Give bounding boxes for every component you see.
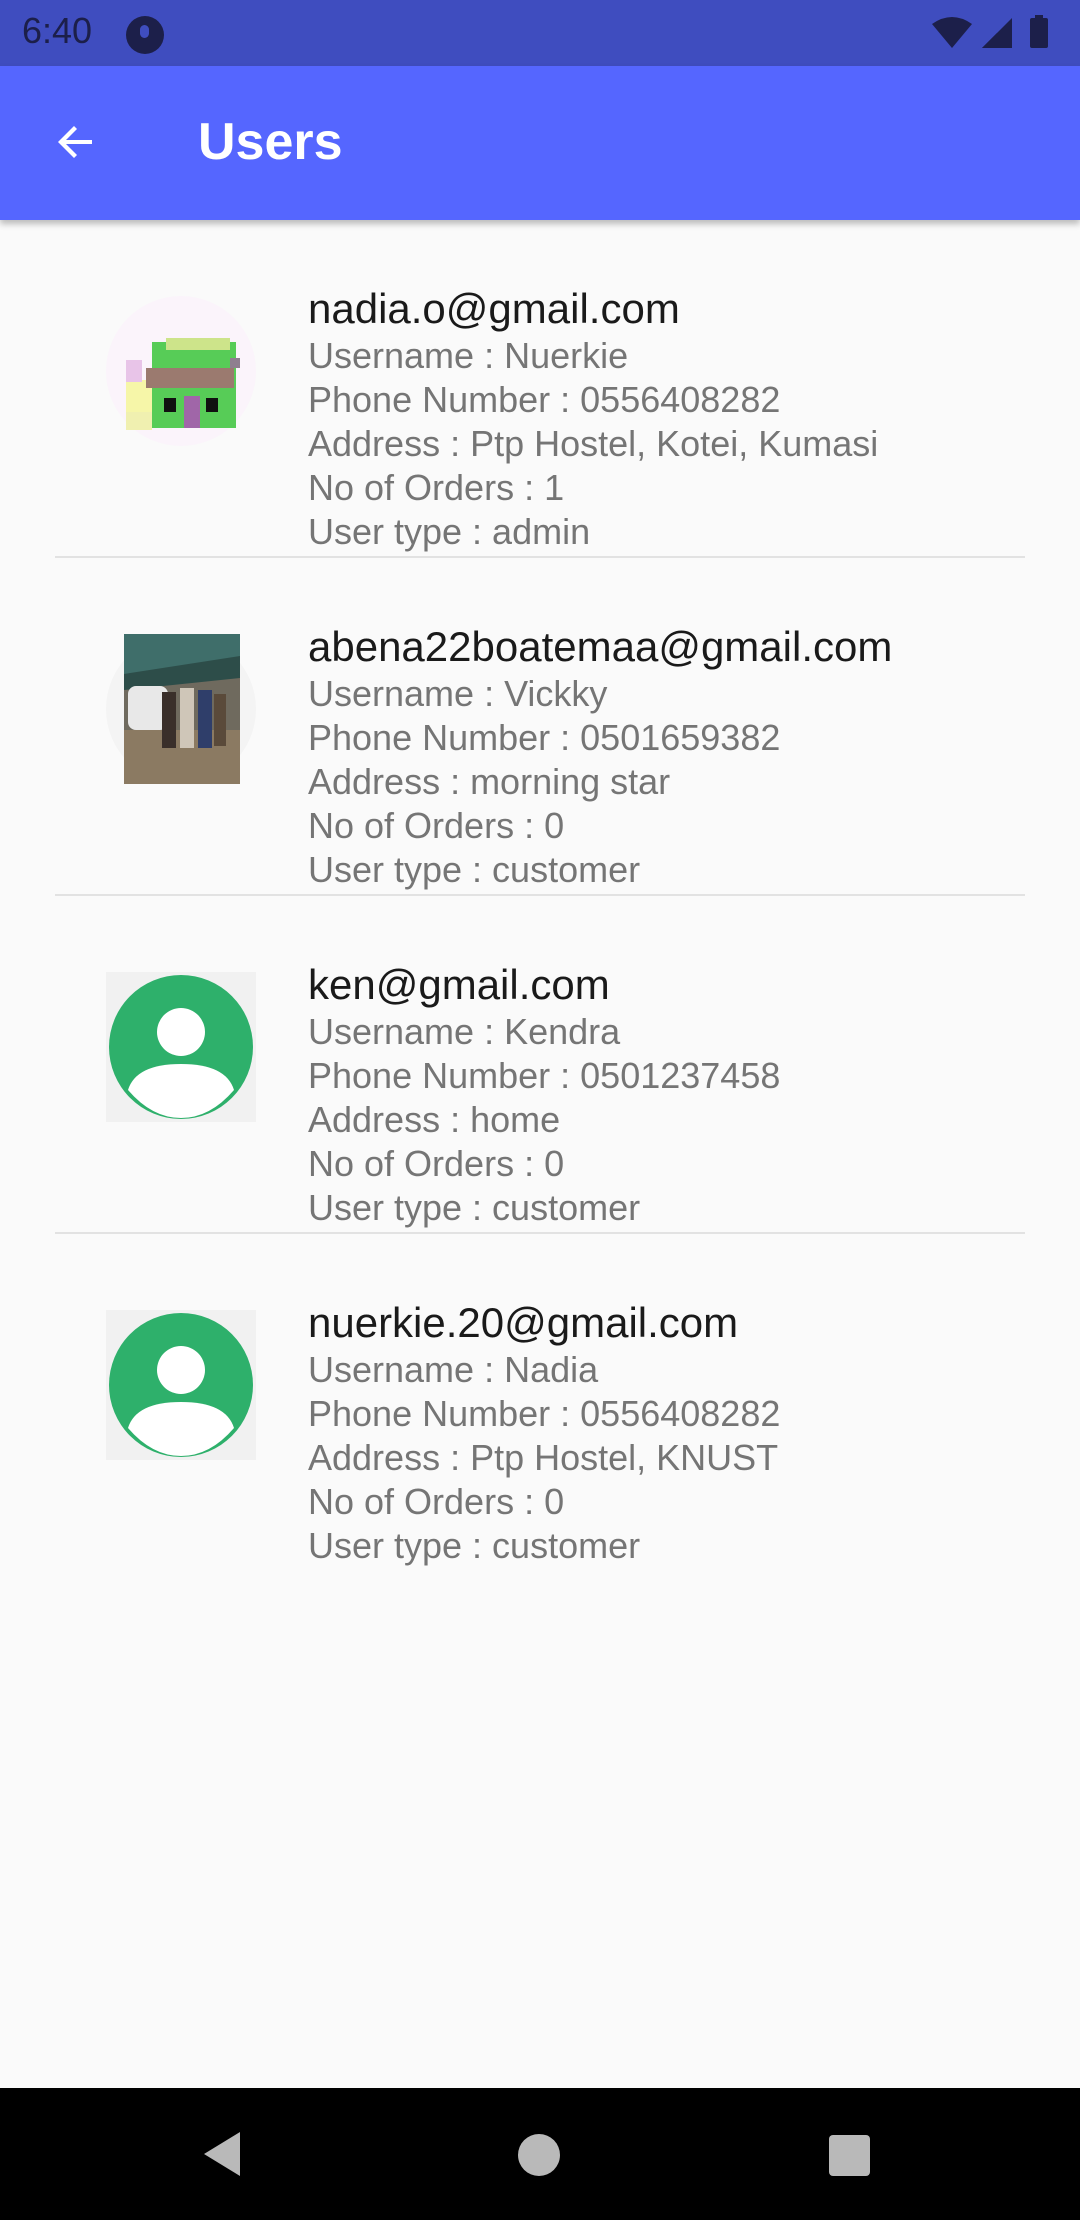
app-bar: Users — [0, 66, 1080, 220]
user-type: User type : customer — [308, 1187, 641, 1228]
user-phone: Phone Number : 0556408282 — [308, 1393, 781, 1434]
user-type: User type : customer — [308, 1525, 641, 1566]
user-address: Address : home — [308, 1099, 561, 1140]
user-address: Address : Ptp Hostel, Kotei, Kumasi — [308, 423, 879, 464]
list-item[interactable]: ken@gmail.com Username : Kendra Phone Nu… — [0, 896, 1080, 1234]
user-type: User type : admin — [308, 511, 591, 552]
user-info: abena22boatemaa@gmail.com Username : Vic… — [308, 622, 892, 892]
user-info: ken@gmail.com Username : Kendra Phone Nu… — [308, 960, 780, 1230]
back-button[interactable] — [40, 106, 112, 178]
status-icons — [932, 15, 1048, 48]
user-email: nuerkie.20@gmail.com — [308, 1299, 739, 1346]
user-username: Username : Kendra — [308, 1011, 621, 1052]
status-bar: 6:40 — [0, 0, 1080, 66]
user-email: ken@gmail.com — [308, 961, 610, 1008]
app-notification-icon — [126, 16, 164, 54]
user-type: User type : customer — [308, 849, 641, 890]
user-orders: No of Orders : 0 — [308, 805, 565, 846]
user-username: Username : Nadia — [308, 1349, 599, 1390]
avatar — [106, 634, 256, 784]
arrow-back-icon — [58, 126, 92, 158]
system-nav-bar — [0, 2088, 1080, 2220]
user-info: nadia.o@gmail.com Username : Nuerkie Pho… — [308, 284, 878, 554]
user-email: nadia.o@gmail.com — [308, 285, 680, 332]
user-phone: Phone Number : 0501659382 — [308, 717, 781, 758]
nav-home-icon[interactable] — [518, 2134, 560, 2176]
nav-back-icon[interactable] — [200, 2128, 244, 2180]
status-time: 6:40 — [22, 10, 93, 51]
user-address: Address : morning star — [308, 761, 671, 802]
list-item[interactable]: nadia.o@gmail.com Username : Nuerkie Pho… — [0, 220, 1080, 558]
battery-icon — [1030, 18, 1048, 48]
user-email: abena22boatemaa@gmail.com — [308, 623, 893, 670]
user-username: Username : Vickky — [308, 673, 608, 714]
user-orders: No of Orders : 0 — [308, 1143, 565, 1184]
list-item[interactable]: abena22boatemaa@gmail.com Username : Vic… — [0, 558, 1080, 896]
user-address: Address : Ptp Hostel, KNUST — [308, 1437, 779, 1478]
user-phone: Phone Number : 0501237458 — [308, 1055, 781, 1096]
list-item[interactable]: nuerkie.20@gmail.com Username : Nadia Ph… — [0, 1234, 1080, 1572]
nav-recents-icon[interactable] — [829, 2135, 870, 2176]
user-orders: No of Orders : 1 — [308, 467, 565, 508]
user-info: nuerkie.20@gmail.com Username : Nadia Ph… — [308, 1298, 780, 1568]
page-title: Users — [198, 113, 343, 171]
default-person-icon — [106, 972, 256, 1122]
default-person-icon — [106, 1310, 256, 1460]
user-orders: No of Orders : 0 — [308, 1481, 565, 1522]
user-list: nadia.o@gmail.com Username : Nuerkie Pho… — [0, 220, 1080, 1572]
avatar — [106, 296, 256, 446]
user-username: Username : Nuerkie — [308, 335, 629, 376]
user-phone: Phone Number : 0556408282 — [308, 379, 781, 420]
wifi-icon — [932, 17, 972, 48]
